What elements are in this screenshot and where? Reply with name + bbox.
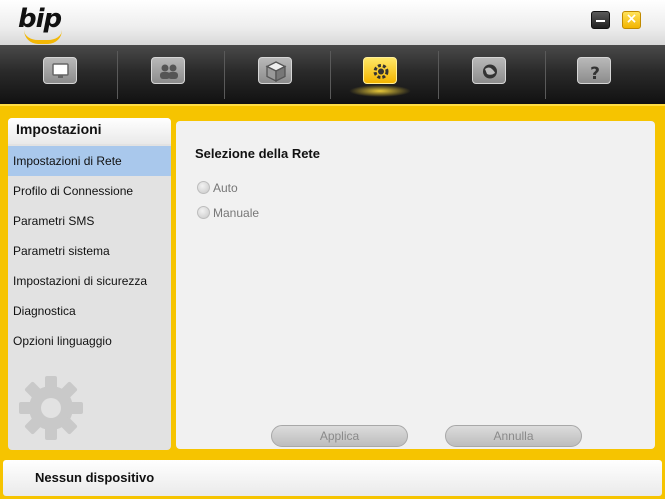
gear-icon (19, 376, 83, 440)
sidebar-item-diagnostics[interactable]: Diagnostica (8, 296, 171, 326)
toolbar-item-globe[interactable] (436, 45, 542, 104)
cancel-button[interactable]: Annulla (445, 425, 582, 447)
svg-text:?: ? (590, 64, 600, 84)
sidebar-item-network-settings[interactable]: Impostazioni di Rete (8, 146, 171, 176)
sidebar-item-connection-profile[interactable]: Profilo di Connessione (8, 176, 171, 206)
minimize-button[interactable] (591, 11, 610, 29)
toolbar-item-monitor[interactable] (7, 45, 113, 104)
close-icon: × (625, 11, 638, 27)
radio-label: Manuale (213, 206, 260, 220)
toolbar-item-help[interactable]: ? (541, 45, 647, 104)
globe-icon (472, 57, 506, 84)
sidebar-title: Impostazioni (8, 118, 171, 144)
monitor-icon (43, 57, 77, 84)
toolbar-item-box[interactable] (222, 45, 328, 104)
sidebar-item-sms-parameters[interactable]: Parametri SMS (8, 206, 171, 236)
bip-logo: bip (18, 2, 64, 44)
title-bar: bip × (0, 0, 665, 45)
status-bar: Nessun dispositivo (0, 456, 665, 499)
sidebar-item-system-parameters[interactable]: Parametri sistema (8, 236, 171, 266)
logo-swoosh (24, 30, 62, 44)
app-window: bip × ? Impostazioni Impostazioni di Ret… (0, 0, 665, 499)
sidebar-nav: Impostazioni di Rete Profilo di Connessi… (8, 146, 171, 356)
network-selection-panel: Selezione della Rete Auto Manuale Applic… (176, 121, 655, 449)
radio-button[interactable] (197, 206, 210, 219)
toolbar-item-settings[interactable] (327, 45, 433, 104)
settings-folder-icon (363, 57, 397, 84)
main-toolbar: ? (0, 45, 665, 104)
settings-sidebar: Impostazioni Impostazioni di Rete Profil… (8, 118, 171, 450)
apply-button[interactable]: Applica (271, 425, 408, 447)
section-title: Selezione della Rete (195, 146, 320, 161)
device-status: Nessun dispositivo (35, 470, 155, 485)
toolbar-item-contacts[interactable] (115, 45, 221, 104)
help-icon: ? (577, 57, 611, 84)
radio-label: Auto (213, 181, 238, 195)
contacts-icon (151, 57, 185, 84)
box-icon (258, 57, 292, 84)
sidebar-item-security-settings[interactable]: Impostazioni di sicurezza (8, 266, 171, 296)
close-button[interactable]: × (622, 11, 641, 29)
sidebar-item-language-options[interactable]: Opzioni linguaggio (8, 326, 171, 356)
status-panel: Nessun dispositivo (3, 460, 662, 496)
radio-button[interactable] (197, 181, 210, 194)
